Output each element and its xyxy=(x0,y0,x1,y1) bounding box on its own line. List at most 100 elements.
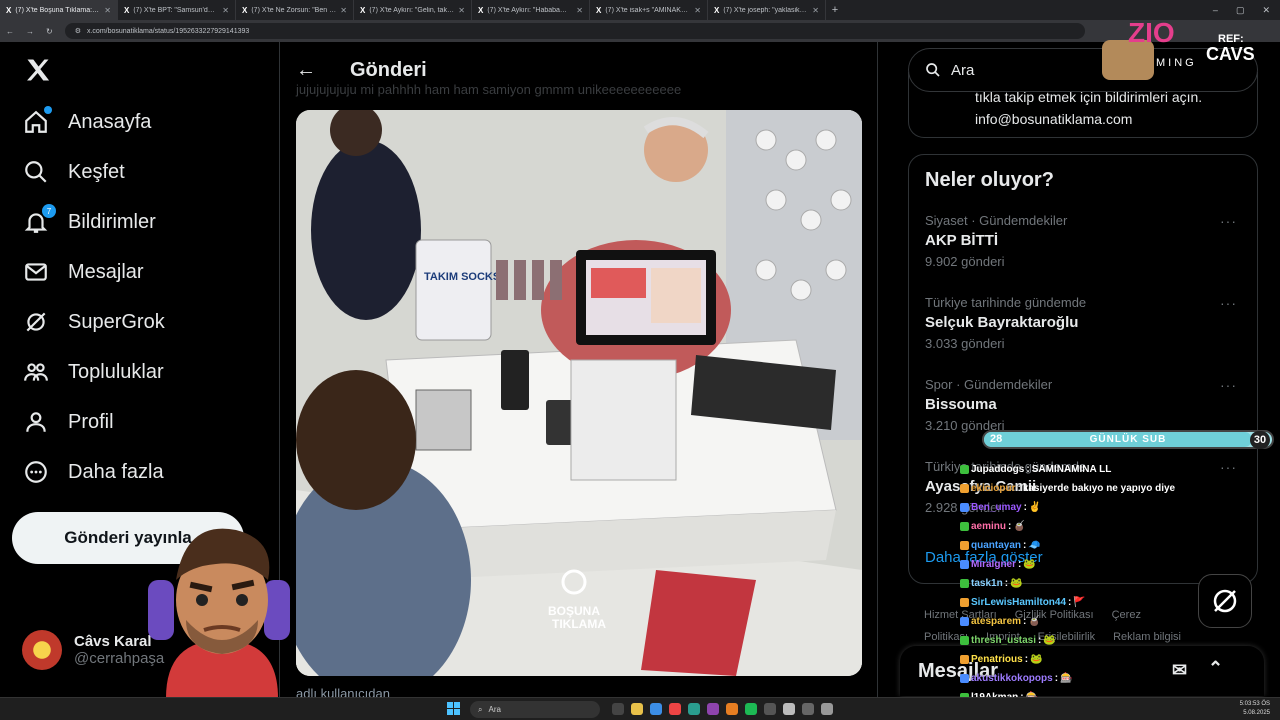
taskbar-search-label: Ara xyxy=(488,705,501,714)
account-switcher[interactable]: Câvs Karal @cerrahpaşa xyxy=(22,630,164,670)
page-title: Gönderi xyxy=(350,58,427,81)
chat-separator: : xyxy=(1038,635,1042,646)
nav-item-bell[interactable]: 7 Bildirimler xyxy=(22,204,156,236)
more-options-icon[interactable]: ··· xyxy=(1220,213,1237,229)
chat-username: atesparem xyxy=(971,616,1022,627)
address-bar-row: ← → ↻ ⚙ x.com/bosunatiklama/status/19526… xyxy=(0,20,1280,42)
watermark-line-2: TIKLAMA xyxy=(552,617,606,631)
search-icon xyxy=(22,158,50,186)
trend-item[interactable]: Siyaset · Gündemdekiler AKP BİTTİ 9.902 gö… xyxy=(925,213,1245,269)
browser-tab[interactable]: X (7) X'te Boşuna Tıklama: "Ir ✕ xyxy=(0,0,118,20)
x-logo-icon[interactable] xyxy=(24,56,52,89)
url-field[interactable]: ⚙ x.com/bosunatiklama/status/19526332279… xyxy=(64,23,1085,39)
browser-tab[interactable]: X(7) X'te joseph: "yaklasik 4-5 sa ✕ xyxy=(708,0,826,20)
browser-tab[interactable]: X(7) X'te Aykırı: "Gelin, takı merai ✕ xyxy=(354,0,472,20)
nav-item-person[interactable]: Profil xyxy=(22,408,114,436)
chat-text: 🧉 xyxy=(1028,616,1041,627)
post-column: jujujujujuju mi pahhhh ham ham samiyon g… xyxy=(280,42,878,701)
watermark-line-1: BOŞUNA xyxy=(548,604,600,618)
chat-message: Penatrious: 🐸 xyxy=(960,650,1260,669)
browser-tab[interactable]: X(7) X'te Ne Zorsun: "Ben bir ory✕ xyxy=(236,0,354,20)
logo-subtext: MING xyxy=(1156,57,1197,69)
nav-item-mail[interactable]: Mesajlar xyxy=(22,258,144,286)
info-email[interactable]: info@bosunatiklama.com xyxy=(975,108,1257,130)
reload-icon[interactable]: ↻ xyxy=(46,27,53,36)
bag-label: TAKIM SOCKS xyxy=(424,271,500,283)
taskbar-app-icon[interactable] xyxy=(650,703,662,715)
more-options-icon[interactable]: ··· xyxy=(1220,377,1237,393)
taskbar-app-icon[interactable] xyxy=(802,703,814,715)
chat-badge-icon xyxy=(960,579,969,588)
ref-name: CAVS xyxy=(1206,44,1255,64)
sub-target: 30 xyxy=(1250,431,1270,449)
taskbar-app-icon[interactable] xyxy=(726,703,738,715)
back-arrow-icon[interactable]: ← xyxy=(296,59,316,82)
chat-text: 🧉 xyxy=(1013,521,1026,532)
nav-label: Mesajlar xyxy=(68,260,144,283)
system-clock[interactable]: 5:03:53 ÖS 5.08.2025 xyxy=(1240,700,1270,718)
chat-text: kasiyerde bakıyo ne yapıyo diye xyxy=(1022,483,1176,494)
chat-separator: : xyxy=(1026,464,1030,475)
post-video[interactable]: TAKIM SOCKS BOŞUNA TIKLAMA xyxy=(296,110,862,676)
chat-separator: : xyxy=(1004,578,1009,589)
trend-name: AKP BİTTİ xyxy=(925,232,999,249)
close-tab-icon[interactable]: ✕ xyxy=(812,6,819,15)
stream-chat: Jupaddogs: SAMINAMINA LL ekiciopur: kasiyer… xyxy=(960,460,1260,700)
chat-username: thresh_ustasi xyxy=(971,635,1037,646)
tab-title: (7) X'te BPT: "Samsun'da ilginç xyxy=(133,6,218,14)
chat-username: quantayan xyxy=(971,540,1022,551)
taskbar-app-icon[interactable] xyxy=(783,703,795,715)
chat-text: 🐸 xyxy=(1030,654,1043,665)
chat-badge-icon xyxy=(960,484,969,493)
nav-item-grok[interactable]: SuperGrok xyxy=(22,308,165,336)
taskbar-app-icon[interactable] xyxy=(669,703,681,715)
more-options-icon[interactable]: ··· xyxy=(1220,295,1237,311)
trend-item[interactable]: Spor · Gündemdekiler Bissouma 3.210 gönder… xyxy=(925,377,1245,433)
browser-tab[interactable]: X(7) X'te Aykırı: "Hababam sınıfı ✕ xyxy=(472,0,590,20)
chat-separator: : xyxy=(1068,597,1072,608)
new-tab-button[interactable]: + xyxy=(826,4,844,16)
chat-separator: : xyxy=(1054,673,1059,684)
nav-item-search[interactable]: Keşfet xyxy=(22,158,125,186)
close-tab-icon[interactable]: ✕ xyxy=(458,6,465,15)
nav-item-communities[interactable]: Topluluklar xyxy=(22,358,164,386)
chat-separator: : xyxy=(1023,616,1027,627)
close-tab-icon[interactable]: ✕ xyxy=(222,6,229,15)
chat-message: ekiciopur: kasiyerde bakıyo ne yapıyo diy… xyxy=(960,479,1260,498)
bell-icon: 7 xyxy=(22,204,56,236)
start-icon[interactable] xyxy=(447,702,460,715)
chat-badge-icon xyxy=(960,598,969,607)
trend-item[interactable]: Türkiye tarihinde gündemde Selçuk Bayrakt… xyxy=(925,295,1245,351)
taskbar-app-icon[interactable] xyxy=(688,703,700,715)
chat-message: akustikkokopops: 🎰 xyxy=(960,669,1260,688)
notification-badge: 7 xyxy=(42,204,56,218)
close-tab-icon[interactable]: ✕ xyxy=(340,6,347,15)
taskbar-app-icon[interactable] xyxy=(821,703,833,715)
taskbar-search[interactable]: ⌕ Ara xyxy=(470,701,600,718)
search-icon xyxy=(926,63,940,77)
chat-separator: : xyxy=(1017,483,1021,494)
grok-icon xyxy=(22,308,50,336)
taskbar-app-icon[interactable] xyxy=(707,703,719,715)
nav-item-home[interactable]: Anasayfa xyxy=(22,106,151,136)
browser-tab[interactable]: X(7) X'te isak+s "AMINAKOYAYIM✕ xyxy=(590,0,708,20)
chat-badge-icon xyxy=(960,522,969,531)
site-info-icon[interactable]: ⚙ xyxy=(75,27,81,35)
nav-item-more[interactable]: Daha fazla xyxy=(22,458,164,486)
taskbar-app-icon[interactable] xyxy=(612,703,624,715)
back-nav-icon[interactable]: ← xyxy=(6,27,14,36)
close-tab-icon[interactable]: ✕ xyxy=(104,6,111,15)
browser-tab-bar: X (7) X'te Boşuna Tıklama: "Ir ✕ X (7) X'te … xyxy=(0,0,1280,20)
search-placeholder: Ara xyxy=(951,61,975,79)
taskbar-app-icon[interactable] xyxy=(631,703,643,715)
close-tab-icon[interactable]: ✕ xyxy=(694,6,701,15)
close-tab-icon[interactable]: ✕ xyxy=(576,6,583,15)
unread-dot xyxy=(44,106,52,114)
browser-tab[interactable]: X(7) X'te BPT: "Samsun'da ilginç ✕ xyxy=(118,0,236,20)
nav-label: Profil xyxy=(68,410,114,433)
taskbar-search-icon: ⌕ xyxy=(478,704,483,714)
taskbar-app-icon[interactable] xyxy=(745,703,757,715)
forward-nav-icon[interactable]: → xyxy=(26,27,34,36)
taskbar-app-icon[interactable] xyxy=(764,703,776,715)
tab-title: (7) X'te joseph: "yaklasik 4-5 sa xyxy=(723,6,808,14)
